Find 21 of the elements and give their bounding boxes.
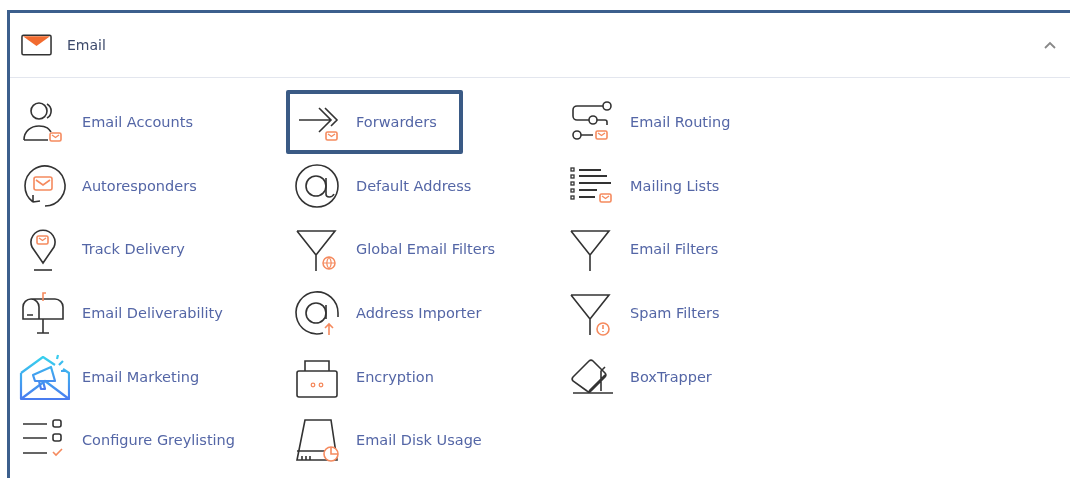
feature-link[interactable]: Global Email Filters	[286, 217, 506, 282]
feature-link[interactable]: Email Accounts	[12, 89, 203, 154]
panel-title: Email	[67, 37, 107, 53]
feature-link[interactable]: Default Address	[286, 153, 482, 218]
feature-link[interactable]: Email Marketing	[12, 344, 210, 409]
feature-link[interactable]: BoxTrapper	[560, 344, 722, 409]
envelope-megaphone-icon	[18, 352, 70, 401]
feature-link[interactable]: Address Importer	[286, 280, 492, 345]
feature-link[interactable]: Email Deliverability	[12, 280, 233, 345]
feature-link[interactable]: Encryption	[286, 344, 444, 409]
feature-link[interactable]: Spam Filters	[560, 280, 730, 345]
feature-link[interactable]: Mailing Lists	[560, 153, 730, 218]
feature-link[interactable]: Email Filters	[560, 217, 729, 282]
envelope-icon	[21, 34, 52, 56]
feature-link[interactable]: Configure Greylisting	[12, 408, 245, 473]
feature-link[interactable]: Autoresponders	[12, 153, 207, 218]
feature-link[interactable]: Track Delivery	[12, 217, 195, 282]
feature-link[interactable]: Forwarders	[286, 89, 463, 154]
feature-link[interactable]: Email Routing	[560, 89, 741, 154]
panel-header[interactable]: Email	[10, 13, 1070, 78]
feature-link[interactable]: Email Disk Usage	[286, 408, 492, 473]
